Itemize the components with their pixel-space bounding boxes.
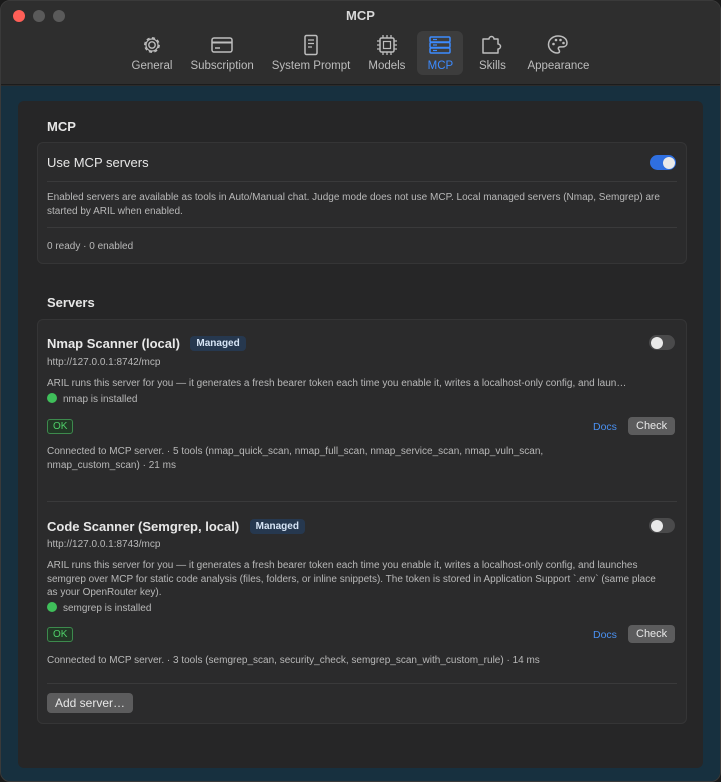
- mcp-general-card: Use MCP servers Enabled servers are avai…: [37, 142, 687, 264]
- title-bar: MCP General Subscription System Prompt M…: [1, 1, 720, 85]
- divider: [47, 227, 677, 228]
- mcp-description: Enabled servers are available as tools i…: [47, 192, 660, 217]
- settings-window: MCP General Subscription System Prompt M…: [0, 0, 721, 782]
- preferences-toolbar: General Subscription System Prompt Model…: [1, 31, 720, 75]
- docs-link[interactable]: Docs: [593, 629, 617, 641]
- installed-text: nmap is installed: [63, 394, 138, 405]
- managed-badge: Managed: [249, 519, 305, 535]
- server-icon: [429, 36, 452, 54]
- server-description: ARIL runs this server for you — it gener…: [47, 560, 656, 598]
- servers-section-title: Servers: [47, 295, 95, 310]
- check-button[interactable]: Check: [628, 625, 676, 643]
- gear-icon: [144, 37, 160, 53]
- divider: [47, 181, 677, 182]
- tab-system-prompt[interactable]: System Prompt: [266, 31, 357, 75]
- checkmark-icon: [47, 602, 57, 612]
- server-description: ARIL runs this server for you — it gener…: [47, 378, 627, 389]
- server-url: http://127.0.0.1:8743/mcp: [47, 539, 161, 550]
- ok-status-badge: OK: [47, 627, 74, 642]
- tab-skills[interactable]: Skills: [469, 31, 515, 75]
- installed-status: nmap is installed: [47, 393, 137, 407]
- tab-appearance[interactable]: Appearance: [521, 31, 595, 75]
- ok-status-badge: OK: [47, 419, 74, 434]
- tab-skills-label: Skills: [479, 60, 506, 72]
- tab-models-label: Models: [368, 60, 406, 72]
- docs-link[interactable]: Docs: [593, 421, 617, 433]
- server-name: Code Scanner (Semgrep, local): [47, 519, 240, 534]
- puzzle-icon: [482, 35, 502, 54]
- mcp-status-text: 0 ready · 0 enabled: [47, 241, 134, 252]
- mcp-section-title: MCP: [47, 119, 76, 134]
- tab-mcp-label: MCP: [427, 60, 454, 72]
- chip-icon: [376, 35, 397, 55]
- semgrep-server-toggle[interactable]: [649, 518, 675, 533]
- installed-text: semgrep is installed: [63, 603, 152, 614]
- toggle-knob: [650, 519, 663, 532]
- server-row-semgrep: Code Scanner (Semgrep, local) Managed: [47, 518, 305, 536]
- tab-system-prompt-label: System Prompt: [271, 60, 351, 72]
- tab-appearance-label: Appearance: [527, 60, 590, 72]
- tab-mcp[interactable]: MCP: [417, 31, 464, 75]
- tab-general[interactable]: General: [126, 31, 179, 75]
- tab-subscription-label: Subscription: [190, 60, 254, 72]
- installed-status: semgrep is installed: [47, 602, 151, 616]
- server-row-nmap: Nmap Scanner (local) Managed: [47, 335, 246, 353]
- tab-subscription[interactable]: Subscription: [184, 31, 259, 75]
- add-server-button[interactable]: Add server…: [47, 693, 134, 713]
- credit-card-icon: [211, 37, 233, 53]
- document-icon: [304, 34, 318, 56]
- toggle-knob: [650, 336, 663, 349]
- nmap-server-toggle[interactable]: [649, 335, 675, 350]
- server-url: http://127.0.0.1:8742/mcp: [47, 357, 161, 368]
- server-name: Nmap Scanner (local): [47, 336, 180, 351]
- servers-card: Nmap Scanner (local) Managed http://127.…: [37, 319, 687, 724]
- checkmark-icon: [47, 393, 57, 403]
- palette-icon: [548, 35, 569, 54]
- divider: [47, 683, 677, 684]
- connection-result: Connected to MCP server. · 3 tools (semg…: [47, 655, 540, 666]
- use-mcp-servers-label: Use MCP servers: [47, 155, 149, 170]
- divider: [47, 501, 677, 502]
- managed-badge: Managed: [190, 336, 246, 352]
- window-title: MCP: [346, 8, 375, 23]
- mcp-settings-pane: MCP Use MCP servers Enabled servers are …: [18, 101, 703, 768]
- connection-result: Connected to MCP server. · 5 tools (nmap…: [47, 446, 544, 471]
- use-mcp-servers-toggle[interactable]: [650, 155, 676, 170]
- tab-models[interactable]: Models: [362, 31, 411, 75]
- toggle-knob: [662, 156, 675, 169]
- tab-general-label: General: [131, 60, 173, 72]
- check-button[interactable]: Check: [628, 417, 676, 435]
